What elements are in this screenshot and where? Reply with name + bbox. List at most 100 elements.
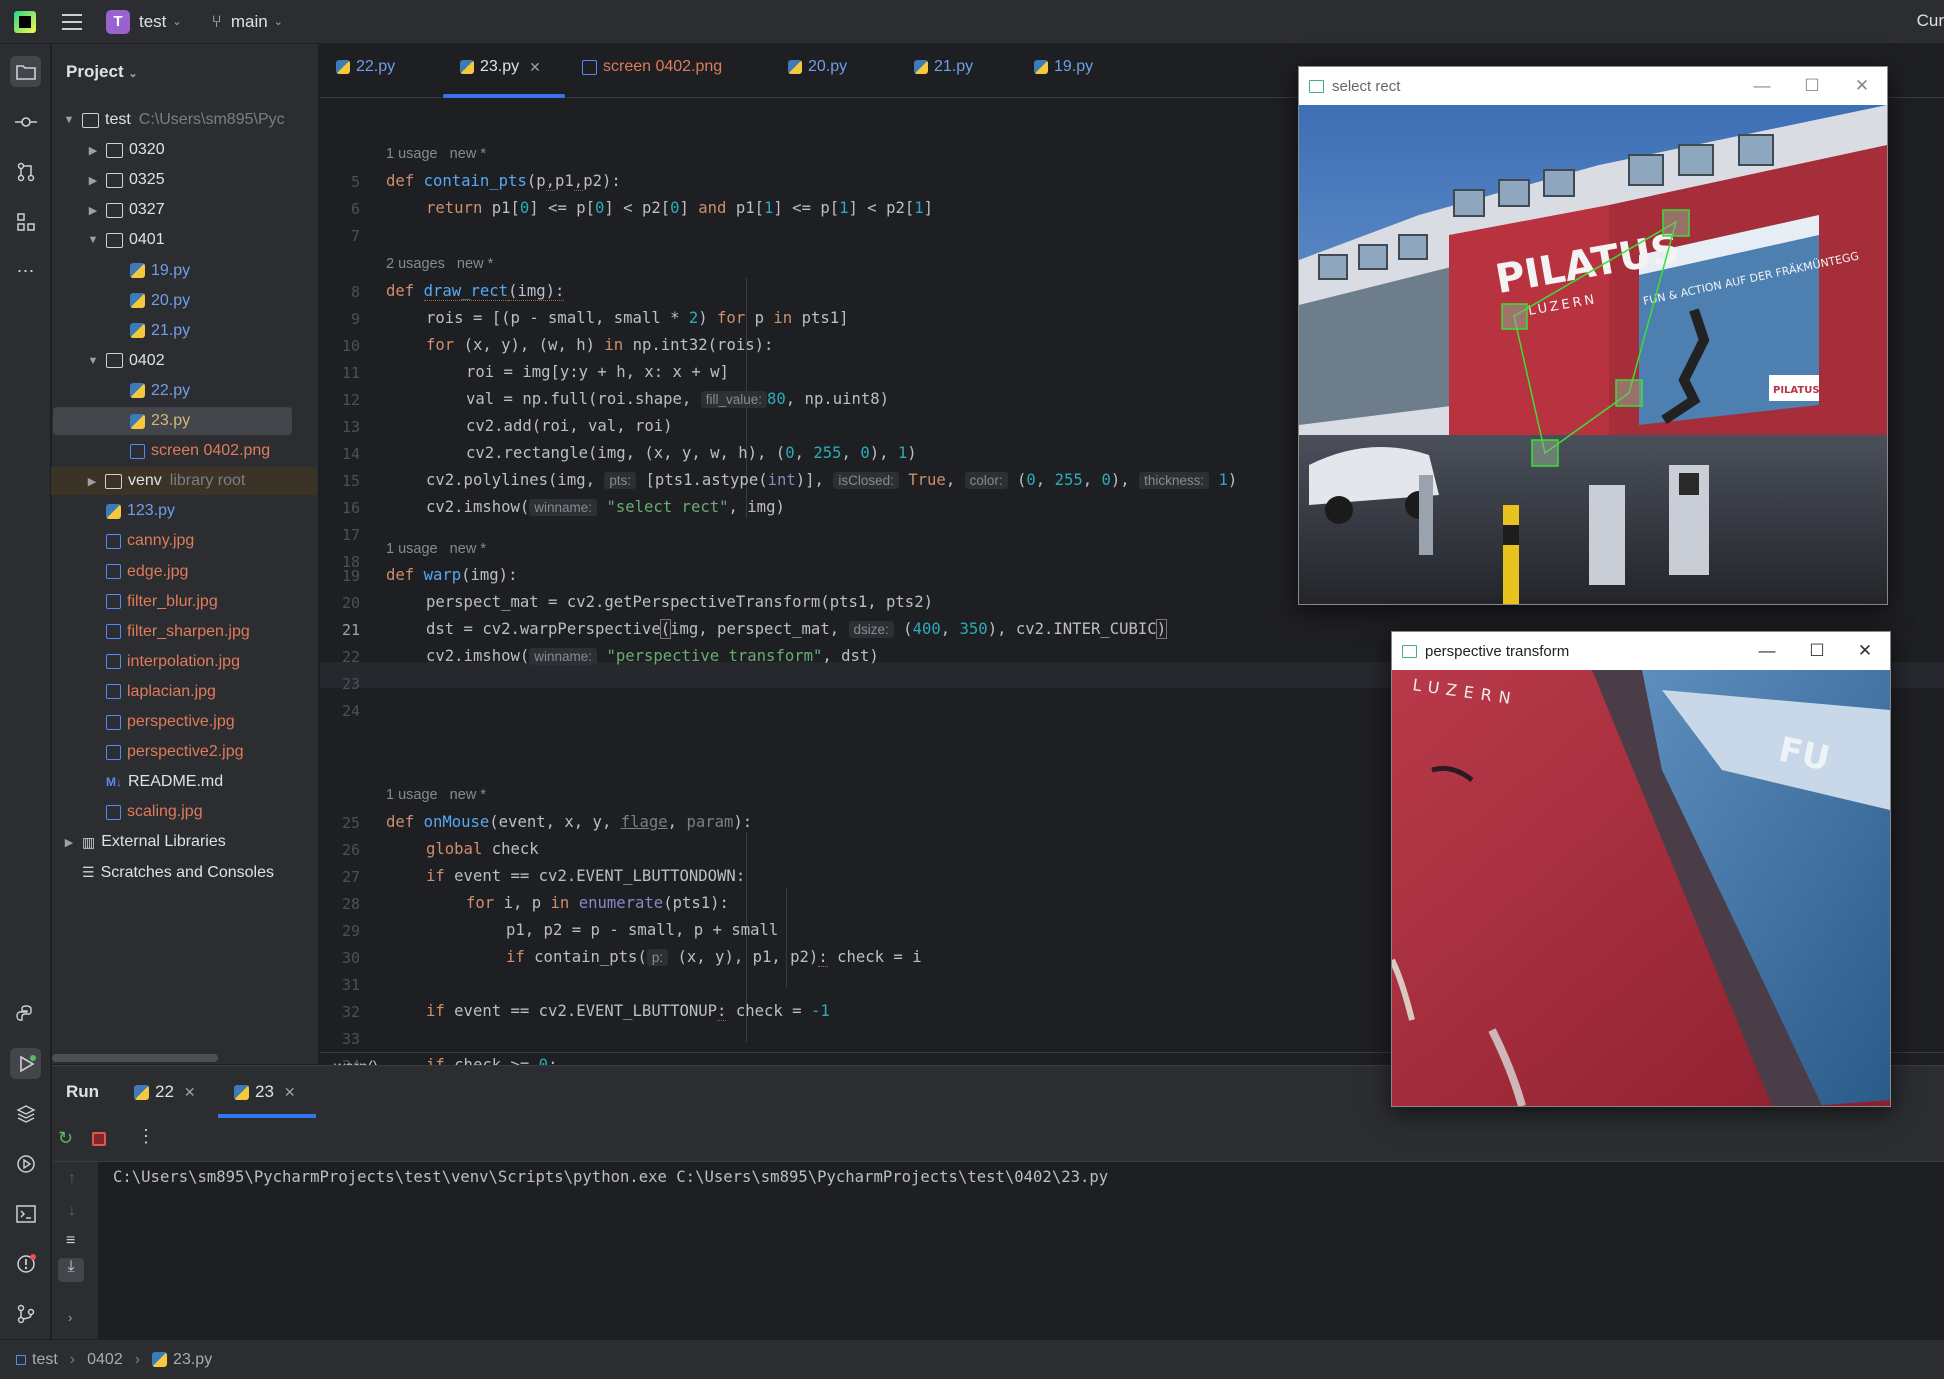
status-crumb[interactable]: 0402 <box>87 1351 123 1369</box>
git-icon[interactable] <box>10 1298 41 1329</box>
rerun-icon[interactable]: ↻ <box>58 1128 73 1149</box>
chevron-down-icon[interactable]: ⌄ <box>172 15 181 28</box>
status-crumb[interactable]: test <box>32 1351 58 1369</box>
tree-item[interactable]: scaling.jpg <box>52 798 318 826</box>
tree-item[interactable]: perspective2.jpg <box>52 738 318 766</box>
close-icon[interactable]: ✕ <box>184 1084 196 1101</box>
python-packages-icon[interactable] <box>10 998 41 1029</box>
chevron-down-icon[interactable]: ⌄ <box>274 15 283 28</box>
pull-requests-icon[interactable] <box>10 156 41 187</box>
editor-tab[interactable]: 19.py <box>1034 58 1093 76</box>
chevron-right-icon[interactable]: ▶ <box>62 836 76 849</box>
more-tools-icon[interactable]: ⋯ <box>10 256 41 287</box>
tree-item[interactable]: ▶ ▥ External Libraries <box>52 828 318 856</box>
tree-item[interactable]: M↓ README.md <box>52 768 318 796</box>
tree-item[interactable]: 20.py <box>52 287 318 315</box>
tree-item[interactable]: filter_blur.jpg <box>52 588 318 616</box>
tree-item[interactable]: ▶ venv library root <box>51 467 317 496</box>
editor-tab[interactable]: screen 0402.png <box>582 58 722 76</box>
tree-item[interactable]: screen 0402.png <box>52 437 318 465</box>
project-folder-icon[interactable] <box>10 56 41 87</box>
horizontal-scrollbar[interactable] <box>52 1054 218 1062</box>
chevron-right-icon[interactable]: ▶ <box>85 475 99 488</box>
tree-item[interactable]: 123.py <box>52 497 318 525</box>
select-rect-window[interactable]: select rect — ☐ ✕ PILATUS LUZERN FUN & A… <box>1298 66 1888 605</box>
arrow-down-icon[interactable]: ↓ <box>68 1202 76 1220</box>
run-output[interactable]: C:\Users\sm895\PycharmProjects\test\venv… <box>113 1168 1108 1186</box>
close-icon[interactable]: ✕ <box>1839 67 1885 105</box>
arrow-up-icon[interactable]: ↑ <box>68 1170 76 1188</box>
layers-icon[interactable] <box>10 1098 41 1129</box>
tree-item[interactable]: perspective.jpg <box>52 708 318 736</box>
git-branch-icon[interactable]: ⑂ <box>212 12 222 32</box>
chevron-down-icon[interactable]: ▼ <box>62 114 76 126</box>
tree-item[interactable]: ▶ 0320 <box>52 136 318 164</box>
branch-name[interactable]: main <box>231 12 268 32</box>
close-icon[interactable]: ✕ <box>284 1084 296 1101</box>
more-options-icon[interactable]: ⋮ <box>137 1126 155 1147</box>
scroll-to-end-icon[interactable]: ⤓ <box>58 1258 84 1282</box>
select-rect-image[interactable]: PILATUS LUZERN FUN & ACTION AUF DER FRÄK… <box>1299 105 1887 604</box>
pycharm-logo-icon[interactable] <box>14 10 36 33</box>
tree-item[interactable]: ▶ 0327 <box>52 196 318 224</box>
editor-tab[interactable]: 20.py <box>788 58 847 76</box>
run-tab-23[interactable]: 23 ✕ <box>234 1082 296 1102</box>
status-crumb[interactable]: 23.py <box>173 1351 212 1369</box>
perspective-transform-window[interactable]: perspective transform — ☐ ✕ LUZERN FU <box>1391 631 1891 1107</box>
project-badge[interactable]: T <box>106 9 130 34</box>
close-icon[interactable]: ✕ <box>1842 632 1888 670</box>
main-menu-icon[interactable] <box>62 13 82 30</box>
usage-hint[interactable]: 1 usage new * <box>386 541 486 557</box>
tree-item[interactable]: laplacian.jpg <box>52 678 318 706</box>
maximize-icon[interactable]: ☐ <box>1789 67 1835 105</box>
tree-item[interactable]: canny.jpg <box>52 527 318 555</box>
run-icon[interactable] <box>10 1048 41 1079</box>
maximize-icon[interactable]: ☐ <box>1794 632 1840 670</box>
scratches-icon: ☰ <box>82 864 95 880</box>
editor-tab[interactable]: 23.py ✕ <box>460 58 541 76</box>
tree-item[interactable]: edge.jpg <box>52 558 318 586</box>
tree-item[interactable]: 23.py <box>53 407 292 435</box>
chevron-right-icon[interactable]: › <box>68 1310 72 1325</box>
structure-icon[interactable] <box>10 206 41 237</box>
stop-icon[interactable] <box>92 1132 106 1146</box>
commit-icon[interactable] <box>10 106 41 137</box>
minimize-icon[interactable]: — <box>1739 67 1785 105</box>
tree-item[interactable]: ▼ test C:\Users\sm895\Pyc <box>52 106 318 134</box>
tree-item[interactable]: filter_sharpen.jpg <box>52 618 318 646</box>
minimize-icon[interactable]: — <box>1744 632 1790 670</box>
tree-item[interactable]: 19.py <box>52 257 318 285</box>
chevron-right-icon: › <box>134 1350 141 1368</box>
editor-tab[interactable]: 22.py <box>336 58 395 76</box>
chevron-right-icon[interactable]: ▶ <box>86 174 100 187</box>
terminal-icon[interactable] <box>10 1198 41 1229</box>
project-name[interactable]: test <box>139 12 166 32</box>
usage-hint[interactable]: 2 usages new * <box>386 256 493 272</box>
chevron-down-icon[interactable]: ▼ <box>86 234 100 246</box>
close-icon[interactable]: ✕ <box>529 59 541 76</box>
usage-hint[interactable]: 1 usage new * <box>386 787 486 803</box>
tree-item[interactable]: 22.py <box>52 377 318 405</box>
window-titlebar[interactable]: perspective transform — ☐ ✕ <box>1392 632 1890 670</box>
usage-hint[interactable]: 1 usage new * <box>386 146 486 162</box>
tree-item[interactable]: ☰ Scratches and Consoles <box>52 859 318 887</box>
run-tab-22[interactable]: 22 ✕ <box>134 1082 196 1102</box>
chevron-down-icon[interactable]: ▼ <box>86 355 100 367</box>
tree-item[interactable]: ▼ 0402 <box>52 347 318 375</box>
line-number: 28 <box>341 895 360 913</box>
editor-tab-label: 22.py <box>356 58 396 75</box>
chevron-right-icon[interactable]: ▶ <box>86 204 100 217</box>
project-panel-title[interactable]: Project ⌄ <box>66 62 138 82</box>
perspective-image[interactable]: LUZERN FU <box>1392 670 1890 1106</box>
tree-item[interactable]: ▶ 0325 <box>52 166 318 194</box>
tree-item[interactable]: interpolation.jpg <box>52 648 318 676</box>
soft-wrap-icon[interactable]: ≡ <box>66 1232 75 1250</box>
tree-item[interactable]: ▼ 0401 <box>52 226 318 254</box>
tree-item[interactable]: 21.py <box>52 317 318 345</box>
chevron-right-icon[interactable]: ▶ <box>86 144 100 157</box>
problems-icon[interactable] <box>10 1248 41 1279</box>
services-icon[interactable] <box>10 1148 41 1179</box>
editor-tab[interactable]: 21.py <box>914 58 973 76</box>
current-file-widget[interactable]: Cur <box>1917 11 1944 31</box>
window-titlebar[interactable]: select rect — ☐ ✕ <box>1299 67 1887 105</box>
